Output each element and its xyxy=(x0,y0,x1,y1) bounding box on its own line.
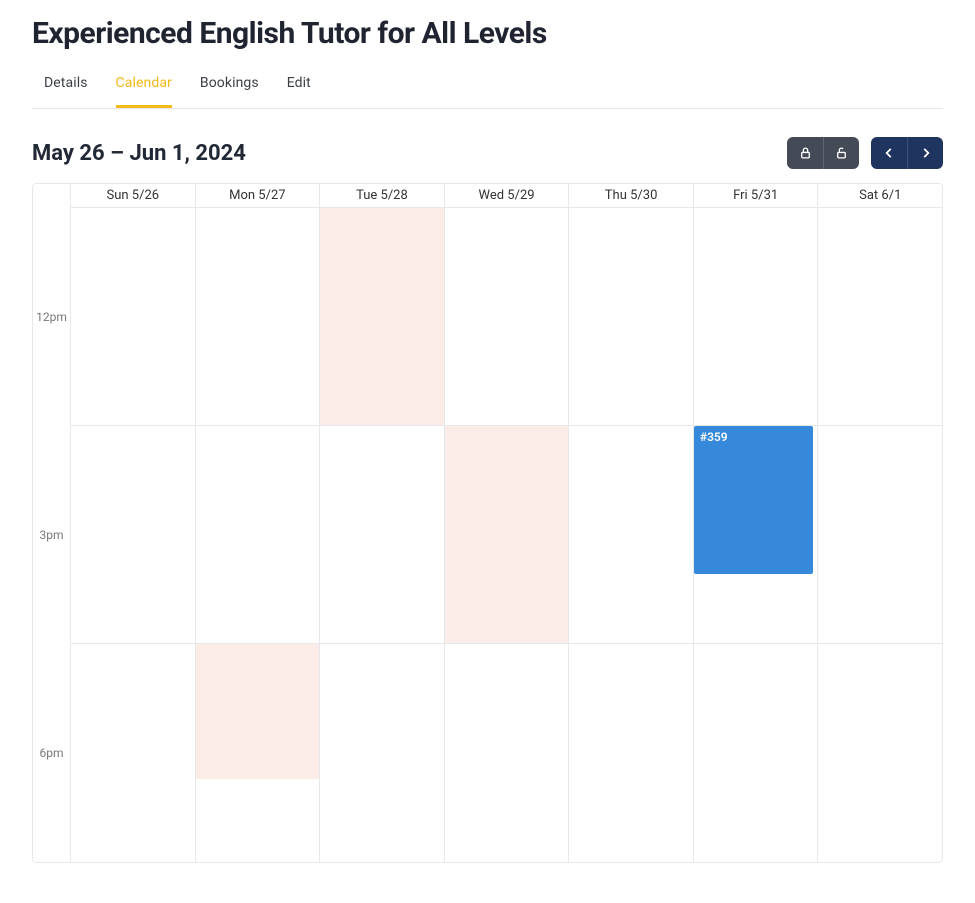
calendar-cell[interactable]: #359 xyxy=(694,426,819,644)
day-header: Tue 5/28 xyxy=(320,184,445,208)
tab-edit[interactable]: Edit xyxy=(287,65,311,108)
day-header: Wed 5/29 xyxy=(445,184,570,208)
unlock-button[interactable] xyxy=(823,137,859,169)
time-label: 12pm xyxy=(33,208,71,426)
calendar-cell[interactable] xyxy=(694,208,819,426)
calendar: Sun 5/26 Mon 5/27 Tue 5/28 Wed 5/29 Thu … xyxy=(32,183,943,863)
calendar-cell[interactable] xyxy=(320,208,445,426)
calendar-header: Sun 5/26 Mon 5/27 Tue 5/28 Wed 5/29 Thu … xyxy=(33,184,942,208)
calendar-row: 6pm xyxy=(33,644,942,862)
tab-details[interactable]: Details xyxy=(44,65,88,108)
calendar-cell[interactable] xyxy=(818,426,942,644)
calendar-cell[interactable] xyxy=(694,644,819,862)
header-time-gutter xyxy=(33,184,71,208)
day-header: Thu 5/30 xyxy=(569,184,694,208)
calendar-cell[interactable] xyxy=(71,644,196,862)
chevron-right-icon xyxy=(919,146,933,160)
calendar-cell[interactable] xyxy=(71,208,196,426)
day-header: Sun 5/26 xyxy=(71,184,196,208)
calendar-cell[interactable] xyxy=(569,644,694,862)
day-header: Sat 6/1 xyxy=(818,184,942,208)
calendar-cell[interactable] xyxy=(818,208,942,426)
date-range: May 26 – Jun 1, 2024 xyxy=(32,141,246,166)
toolbar-actions xyxy=(787,137,943,169)
prev-week-button[interactable] xyxy=(871,137,907,169)
day-header: Fri 5/31 xyxy=(694,184,819,208)
lock-icon xyxy=(799,146,812,160)
calendar-cell[interactable] xyxy=(196,208,321,426)
calendar-toolbar: May 26 – Jun 1, 2024 xyxy=(32,137,943,169)
chevron-left-icon xyxy=(882,146,896,160)
lock-button-group xyxy=(787,137,859,169)
calendar-cell[interactable] xyxy=(569,426,694,644)
blocked-slot[interactable] xyxy=(320,208,444,425)
blocked-slot[interactable] xyxy=(196,644,320,779)
calendar-cell[interactable] xyxy=(569,208,694,426)
calendar-cell[interactable] xyxy=(196,426,321,644)
tab-bookings[interactable]: Bookings xyxy=(200,65,259,108)
blocked-slot[interactable] xyxy=(445,426,569,643)
calendar-cell[interactable] xyxy=(320,644,445,862)
time-label: 3pm xyxy=(33,426,71,644)
calendar-row: 12pm xyxy=(33,208,942,426)
lock-button[interactable] xyxy=(787,137,823,169)
calendar-cell[interactable] xyxy=(445,426,570,644)
calendar-cell[interactable] xyxy=(71,426,196,644)
calendar-cell[interactable] xyxy=(818,644,942,862)
calendar-cell[interactable] xyxy=(320,426,445,644)
page-title: Experienced English Tutor for All Levels xyxy=(32,16,943,51)
next-week-button[interactable] xyxy=(907,137,943,169)
unlock-icon xyxy=(835,146,848,160)
time-label: 6pm xyxy=(33,644,71,862)
nav-button-group xyxy=(871,137,943,169)
tabs: Details Calendar Bookings Edit xyxy=(32,65,943,109)
tab-calendar[interactable]: Calendar xyxy=(116,65,172,108)
calendar-cell[interactable] xyxy=(196,644,321,862)
booking-event[interactable]: #359 xyxy=(694,426,814,574)
calendar-row: 3pm #359 xyxy=(33,426,942,644)
calendar-cell[interactable] xyxy=(445,208,570,426)
day-header: Mon 5/27 xyxy=(196,184,321,208)
calendar-cell[interactable] xyxy=(445,644,570,862)
calendar-body: 12pm3pm #359 6pm xyxy=(33,208,942,862)
